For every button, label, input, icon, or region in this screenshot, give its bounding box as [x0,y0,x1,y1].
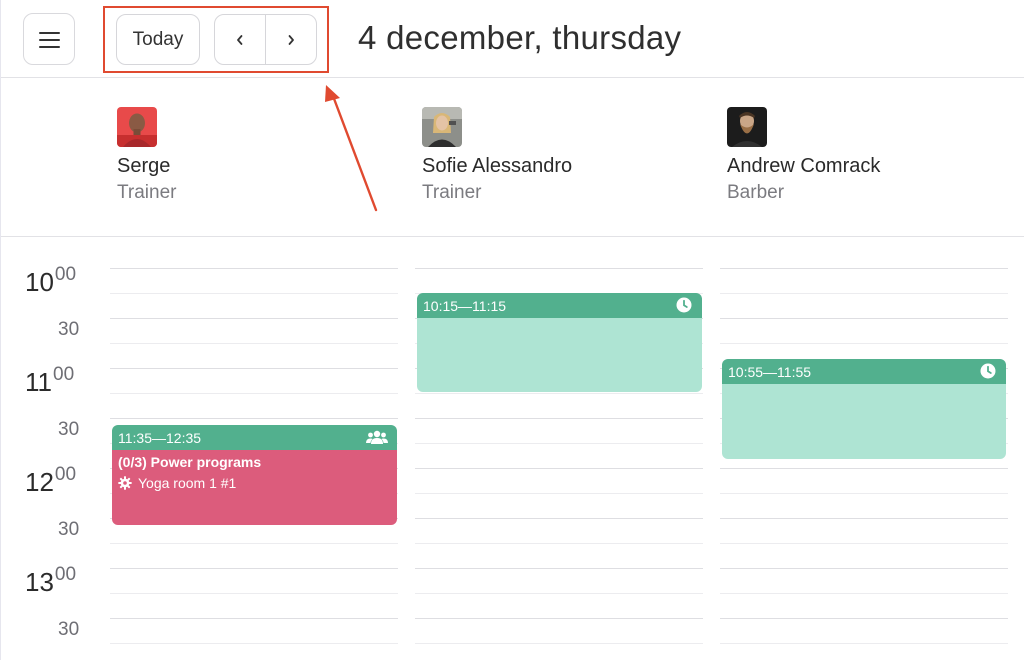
appointment-event[interactable]: 10:15—11:15 [417,293,702,392]
avatar [422,107,462,147]
time-slot-line[interactable] [415,393,703,394]
prev-day-button[interactable] [215,15,265,64]
clock-icon [676,297,692,313]
top-bar: Today 4 december, thursday [1,0,1024,78]
chevron-left-icon [237,34,243,45]
time-slot-line[interactable] [720,618,1008,619]
time-slot-line[interactable] [415,618,703,619]
event-room-label: Yoga room 1 #1 [138,475,237,491]
time-slot-line[interactable] [110,318,398,319]
staff-name: Sofie Alessandro [422,155,573,177]
hamburger-icon [39,32,60,34]
event-body [722,384,1006,459]
class-event[interactable]: 11:35—12:35 (0/3) Power programs Yoga ro… [112,425,397,525]
time-label: 30 [58,519,80,540]
staff-column-header[interactable]: Serge Trainer [117,107,176,204]
time-slot-line[interactable] [720,468,1008,469]
menu-button[interactable] [23,13,75,65]
event-time: 11:35—12:35 [118,429,202,446]
time-slot-line[interactable] [415,643,703,644]
time-slot-line[interactable] [110,368,398,369]
event-header: 10:55—11:55 [722,359,1006,384]
time-label: 30 [58,319,80,340]
appointment-event[interactable]: 10:55—11:55 [722,359,1006,459]
time-slot-line[interactable] [110,568,398,569]
time-slot-line[interactable] [720,543,1008,544]
staff-header: Serge Trainer Sofie Alessandro Trainer A… [1,78,1024,237]
time-slot-line[interactable] [720,643,1008,644]
time-slot-line[interactable] [720,268,1008,269]
date-nav-group [214,14,317,65]
event-room: Yoga room 1 #1 [118,475,391,491]
time-slot-line[interactable] [415,518,703,519]
time-label: 1300 [25,564,77,597]
staff-name: Serge [117,155,171,177]
event-title: (0/3) Power programs [118,454,262,470]
today-button[interactable]: Today [116,14,200,65]
time-slot-line[interactable] [415,543,703,544]
clock-icon [980,363,996,379]
time-slot-line[interactable] [415,568,703,569]
time-slot-line[interactable] [110,268,398,269]
time-slot-line[interactable] [110,393,398,394]
time-slot-line[interactable] [720,518,1008,519]
time-slot-line[interactable] [720,493,1008,494]
event-header: 11:35—12:35 [112,425,397,450]
staff-name: Andrew Comrack [727,155,881,177]
staff-role: Barber [727,182,785,203]
calendar-page: Today 4 december, thursday Serge Trainer… [0,0,1024,660]
event-time: 10:55—11:55 [728,363,812,380]
gear-icon [118,476,132,490]
time-slot-line[interactable] [110,593,398,594]
time-label: 30 [58,419,80,440]
time-label: 1000 [25,264,77,297]
time-slot-line[interactable] [415,593,703,594]
next-day-button[interactable] [265,15,316,64]
time-slot-line[interactable] [110,343,398,344]
time-slot-line[interactable] [415,493,703,494]
time-slot-line[interactable] [110,293,398,294]
avatar [727,107,767,147]
time-label: 1200 [25,464,77,497]
time-label: 1100 [25,364,75,397]
time-slot-line[interactable] [415,443,703,444]
staff-column-header[interactable]: Sofie Alessandro Trainer [422,107,572,204]
staff-role: Trainer [117,182,177,203]
time-slot-line[interactable] [720,568,1008,569]
group-icon [366,430,388,444]
time-slot-line[interactable] [720,318,1008,319]
staff-column-header[interactable]: Andrew Comrack Barber [727,107,880,204]
event-header: 10:15—11:15 [417,293,702,318]
event-time: 10:15—11:15 [423,297,507,314]
event-body: (0/3) Power programs Yoga room 1 #1 [112,450,397,525]
time-slot-line[interactable] [720,343,1008,344]
time-slot-line[interactable] [110,618,398,619]
time-slot-line[interactable] [110,543,398,544]
time-slot-line[interactable] [110,418,398,419]
staff-role: Trainer [422,182,482,203]
chevron-right-icon [288,34,294,45]
time-slot-line[interactable] [415,418,703,419]
time-slot-line[interactable] [110,643,398,644]
avatar [117,107,157,147]
time-slot-line[interactable] [720,293,1008,294]
time-grid: 1000 30 1100 30 1200 30 1300 30 10:15—11… [1,237,1024,660]
time-slot-line[interactable] [720,593,1008,594]
current-date-title: 4 december, thursday [358,19,682,56]
event-body [417,318,702,392]
time-slot-line[interactable] [415,468,703,469]
time-label: 30 [58,619,80,640]
time-slot-line[interactable] [415,268,703,269]
